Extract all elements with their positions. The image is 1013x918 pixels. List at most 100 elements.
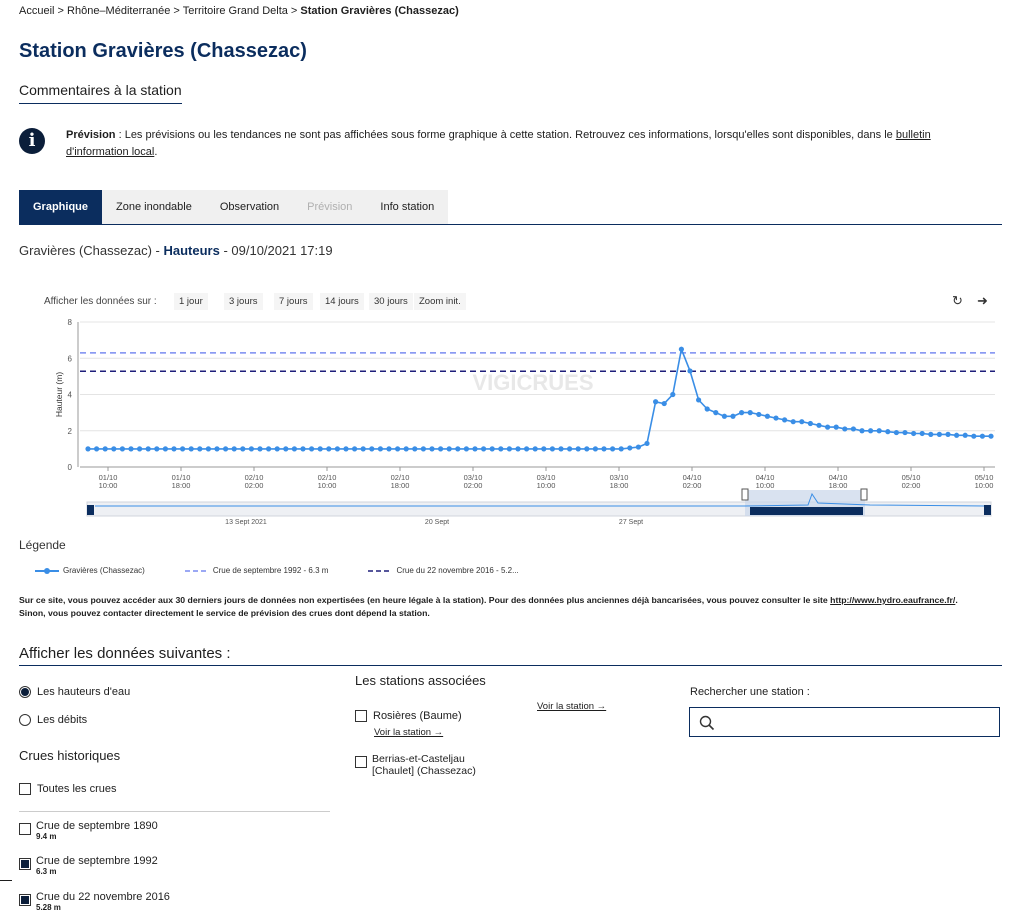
radio-hauteurs[interactable]: Les hauteurs d'eau (19, 686, 130, 698)
data-point[interactable] (678, 346, 685, 352)
crue-2016-checkbox[interactable] (19, 894, 31, 906)
data-point[interactable] (111, 446, 117, 452)
data-point[interactable] (180, 446, 186, 452)
data-point[interactable] (919, 430, 925, 437)
data-point[interactable] (825, 424, 831, 430)
data-point[interactable] (223, 446, 229, 452)
data-point[interactable] (309, 446, 315, 452)
data-point[interactable] (369, 446, 375, 452)
range-zoom-init[interactable]: Zoom init. (414, 293, 466, 310)
data-point[interactable] (954, 432, 960, 438)
data-point[interactable] (291, 446, 297, 452)
data-point[interactable] (721, 413, 728, 419)
refresh-icon[interactable]: ↻ (952, 293, 963, 309)
data-point[interactable] (119, 446, 125, 452)
data-point[interactable] (446, 446, 452, 452)
data-point[interactable] (575, 446, 581, 452)
crue-1890-checkbox[interactable] (19, 823, 31, 835)
data-point[interactable] (438, 446, 444, 452)
tab-observation[interactable]: Observation (205, 190, 294, 224)
data-point[interactable] (902, 429, 908, 436)
data-point[interactable] (962, 432, 968, 438)
data-point[interactable] (807, 420, 814, 427)
data-point[interactable] (360, 446, 366, 452)
range-7-jours[interactable]: 7 jours (274, 293, 313, 310)
data-point[interactable] (764, 413, 771, 419)
data-point[interactable] (610, 446, 616, 452)
share-arrow-icon[interactable]: ➜ (977, 293, 988, 309)
data-point[interactable] (188, 446, 194, 452)
data-point[interactable] (868, 428, 874, 434)
tab-info-station[interactable]: Info station (366, 190, 449, 224)
range-14-jours[interactable]: 14 jours (320, 293, 364, 310)
data-point[interactable] (257, 446, 263, 452)
station-berrias-checkbox[interactable] (355, 756, 367, 768)
data-point[interactable] (248, 446, 254, 452)
data-point[interactable] (799, 419, 805, 425)
data-point[interactable] (876, 428, 882, 434)
range-1-jour[interactable]: 1 jour (174, 293, 208, 310)
data-point[interactable] (343, 446, 349, 452)
radio-hauteurs-indicator[interactable] (19, 686, 31, 698)
data-point[interactable] (971, 433, 977, 439)
range-3-jours[interactable]: 3 jours (224, 293, 263, 310)
data-point[interactable] (145, 446, 151, 452)
data-point[interactable] (472, 446, 478, 452)
data-point[interactable] (558, 446, 564, 452)
hydro-link[interactable]: http://www.hydro.eaufrance.fr/ (830, 595, 955, 605)
data-point[interactable] (455, 446, 461, 452)
breadcrumb-territory[interactable]: Territoire Grand Delta (183, 5, 288, 17)
range-30-jours[interactable]: 30 jours (369, 293, 413, 310)
data-point[interactable] (584, 446, 590, 452)
data-point[interactable] (162, 446, 168, 452)
data-point[interactable] (601, 446, 607, 452)
data-point[interactable] (885, 429, 891, 435)
data-point[interactable] (94, 446, 100, 452)
data-point[interactable] (945, 431, 951, 437)
station-berrias[interactable]: Berrias-et-Casteljau [Chaulet] (Chasseza… (355, 753, 505, 777)
data-point[interactable] (506, 446, 512, 452)
data-point[interactable] (102, 446, 108, 452)
data-point[interactable] (274, 446, 280, 452)
data-point[interactable] (489, 446, 495, 452)
data-point[interactable] (334, 446, 340, 452)
data-point[interactable] (515, 446, 521, 452)
data-point[interactable] (773, 415, 779, 421)
data-point[interactable] (171, 446, 177, 452)
data-point[interactable] (859, 428, 865, 434)
data-point[interactable] (627, 445, 633, 451)
legend-item-crue-2016[interactable]: Crue du 22 novembre 2016 - 5.2... (368, 566, 519, 575)
data-point[interactable] (541, 446, 547, 452)
data-point[interactable] (420, 446, 426, 452)
berrias-view-link[interactable]: Voir la station → (537, 701, 606, 712)
data-point[interactable] (403, 446, 409, 452)
data-point[interactable] (429, 446, 435, 452)
data-point[interactable] (326, 446, 332, 452)
navigator-handle-left[interactable] (741, 488, 749, 501)
data-point[interactable] (644, 440, 650, 447)
data-point[interactable] (317, 446, 323, 452)
data-point[interactable] (377, 446, 383, 452)
data-point[interactable] (713, 410, 719, 416)
data-point[interactable] (730, 413, 736, 419)
data-point[interactable] (979, 433, 986, 439)
data-point[interactable] (911, 430, 917, 437)
radio-debits[interactable]: Les débits (19, 714, 87, 726)
data-point[interactable] (154, 446, 160, 452)
crue-1992-checkbox[interactable] (19, 858, 31, 870)
data-point[interactable] (592, 446, 599, 452)
data-point[interactable] (240, 446, 246, 452)
navigator-handle-right[interactable] (860, 488, 868, 501)
navigator-right-button[interactable] (984, 505, 991, 515)
data-point[interactable] (893, 429, 900, 436)
legend-item-station[interactable]: Gravières (Chassezac) (35, 566, 145, 575)
crue-1890[interactable]: Crue de septembre 1890 9.4 m (19, 820, 158, 841)
checkbox-toutes-crues[interactable]: Toutes les crues (19, 783, 116, 795)
data-point[interactable] (618, 446, 624, 452)
data-point[interactable] (936, 431, 943, 437)
tab-zone-inondable[interactable]: Zone inondable (102, 190, 206, 224)
data-point[interactable] (661, 400, 667, 407)
data-point[interactable] (214, 446, 220, 452)
data-point[interactable] (205, 446, 211, 452)
data-point[interactable] (687, 368, 693, 374)
